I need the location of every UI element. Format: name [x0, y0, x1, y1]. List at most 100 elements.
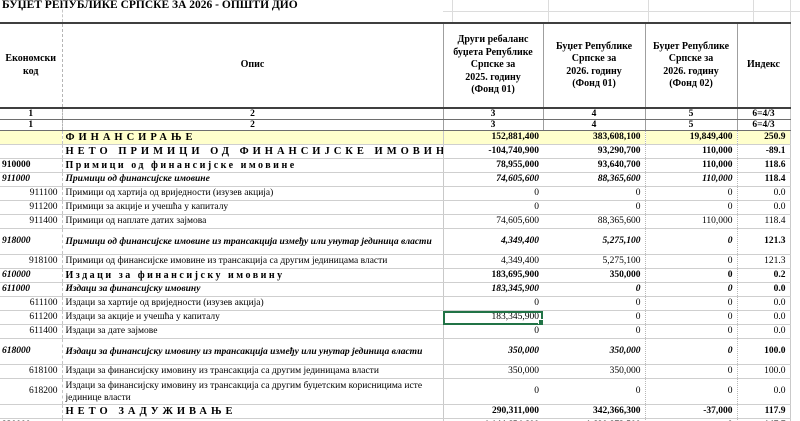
cell-desc[interactable]: НЕТО ЗАДУЖИВАЊЕ [62, 405, 443, 419]
cell-index[interactable]: 0.0 [737, 311, 790, 325]
cell-budget-2026-f01[interactable]: 5,275,100 [543, 229, 645, 255]
cell-code[interactable]: 918100 [0, 255, 62, 269]
cell-desc[interactable]: Примици од финансијске имовине из транса… [62, 229, 443, 255]
column-number[interactable]: 5 [645, 108, 737, 120]
column-header-budget_2026_f01[interactable]: Буџет Републике Српске за 2026. годину (… [543, 23, 645, 108]
cell-index[interactable]: 0.0 [737, 297, 790, 311]
cell-index[interactable]: 100.0 [737, 339, 790, 365]
cell-index[interactable]: 0.0 [737, 325, 790, 339]
cell-budget-2026-f01[interactable]: 0 [543, 283, 645, 297]
cell-rebalance-2025[interactable]: -104,740,900 [443, 145, 543, 159]
cell-rebalance-2025[interactable]: 74,605,600 [443, 215, 543, 229]
cell-budget-2026-f02[interactable]: 0 [645, 255, 737, 269]
cell-rebalance-2025[interactable]: 78,955,000 [443, 159, 543, 173]
cell-code[interactable]: 611400 [0, 325, 62, 339]
cell-desc[interactable]: Издаци за дате зајмове [62, 325, 443, 339]
cell-rebalance-2025[interactable]: 0 [443, 297, 543, 311]
cell-code[interactable]: 918000 [0, 229, 62, 255]
cell-budget-2026-f02[interactable]: 0 [645, 283, 737, 297]
cell-budget-2026-f02[interactable]: 0 [645, 297, 737, 311]
column-header-index[interactable]: Индекс [737, 23, 790, 108]
cell-code[interactable]: 911000 [0, 173, 62, 187]
cell-index[interactable]: -89.1 [737, 145, 790, 159]
cell-index[interactable]: 121.3 [737, 229, 790, 255]
column-number[interactable]: 2 [62, 120, 443, 131]
column-number[interactable]: 1 [0, 108, 62, 120]
cell-index[interactable]: 117.9 [737, 405, 790, 419]
cell-budget-2026-f01[interactable]: 93,640,700 [543, 159, 645, 173]
cell-budget-2026-f01[interactable]: 0 [543, 187, 645, 201]
cell-desc[interactable]: Издаци за хартије од вриједности (изузев… [62, 297, 443, 311]
cell-rebalance-2025[interactable]: 0 [443, 201, 543, 215]
cell-desc[interactable]: Примици од наплате датих зајмова [62, 215, 443, 229]
cell-budget-2026-f01[interactable]: 350,000 [543, 339, 645, 365]
cell-budget-2026-f01[interactable]: 0 [543, 201, 645, 215]
cell-index[interactable]: 0.0 [737, 187, 790, 201]
cell-code[interactable]: 911200 [0, 201, 62, 215]
cell-budget-2026-f02[interactable]: 0 [645, 325, 737, 339]
cell-index[interactable]: 0.2 [737, 269, 790, 283]
column-header-desc[interactable]: Опис [62, 23, 443, 108]
column-number[interactable]: 4 [543, 120, 645, 131]
cell-budget-2026-f02[interactable]: 0 [645, 187, 737, 201]
cell-rebalance-2025[interactable]: 350,000 [443, 339, 543, 365]
column-number[interactable]: 1 [0, 120, 62, 131]
cell-index[interactable]: 0.0 [737, 379, 790, 405]
cell-desc[interactable]: Издаци за акције и учешћа у капиталу [62, 311, 443, 325]
cell-desc[interactable]: Примици од хартија од вриједности (изузе… [62, 187, 443, 201]
cell-index[interactable]: 0.0 [737, 283, 790, 297]
cell-budget-2026-f01[interactable]: 93,290,700 [543, 145, 645, 159]
cell-budget-2026-f02[interactable]: 0 [645, 311, 737, 325]
cell-code[interactable]: 618100 [0, 365, 62, 379]
cell-rebalance-2025[interactable]: 0 [443, 187, 543, 201]
cell-desc[interactable]: Примици од финансијске имовине [62, 173, 443, 187]
cell-budget-2026-f02[interactable]: 0 [645, 229, 737, 255]
cell-budget-2026-f01[interactable]: 0 [543, 379, 645, 405]
cell-rebalance-2025[interactable]: 0 [443, 379, 543, 405]
cell-index[interactable]: 118.4 [737, 173, 790, 187]
cell-desc[interactable]: Примици од финансијске имовине [62, 159, 443, 173]
cell-budget-2026-f01[interactable]: 383,608,100 [543, 131, 645, 145]
cell-rebalance-2025[interactable]: 0 [443, 325, 543, 339]
cell-budget-2026-f02[interactable]: 110,000 [645, 215, 737, 229]
cell-code[interactable]: 911400 [0, 215, 62, 229]
cell-desc[interactable]: Примици за акције и учешћа у капиталу [62, 201, 443, 215]
cell-rebalance-2025[interactable]: 183,695,900 [443, 269, 543, 283]
cell-budget-2026-f02[interactable]: 0 [645, 201, 737, 215]
cell-code[interactable] [0, 131, 62, 145]
cell-code[interactable]: 618000 [0, 339, 62, 365]
cell-code[interactable]: 911100 [0, 187, 62, 201]
cell-budget-2026-f01[interactable]: 88,365,600 [543, 215, 645, 229]
cell-budget-2026-f02[interactable]: 0 [645, 339, 737, 365]
column-header-rebalance_2025[interactable]: Други ребаланс буџета Републике Српске з… [443, 23, 543, 108]
cell-budget-2026-f02[interactable]: 110,000 [645, 145, 737, 159]
cell-budget-2026-f01[interactable]: 350,000 [543, 269, 645, 283]
column-number[interactable]: 6=4/3 [737, 120, 790, 131]
cell-budget-2026-f02[interactable]: 110,000 [645, 173, 737, 187]
cell-index[interactable]: 100.0 [737, 365, 790, 379]
cell-budget-2026-f02[interactable]: 0 [645, 379, 737, 405]
column-number[interactable]: 5 [645, 120, 737, 131]
column-number[interactable]: 2 [62, 108, 443, 120]
cell-budget-2026-f02[interactable]: -37,000 [645, 405, 737, 419]
column-header-code[interactable]: Економски код [0, 23, 62, 108]
sheet-title-cell[interactable]: БУЏЕТ РЕПУБЛИКЕ СРПСКЕ ЗА 2026 - ОПШТИ Д… [2, 0, 298, 11]
cell-index[interactable]: 121.3 [737, 255, 790, 269]
cell-desc[interactable]: ФИНАНСИРАЊЕ [62, 131, 443, 145]
cell-budget-2026-f02[interactable]: 19,849,400 [645, 131, 737, 145]
column-number[interactable]: 4 [543, 108, 645, 120]
cell-budget-2026-f01[interactable]: 350,000 [543, 365, 645, 379]
cell-code[interactable]: 610000 [0, 269, 62, 283]
cell-desc[interactable]: Примици од финансијске имовине из транса… [62, 255, 443, 269]
cell-code[interactable]: 910000 [0, 159, 62, 173]
cell-code[interactable]: 618200 [0, 379, 62, 405]
cell-code[interactable]: 611100 [0, 297, 62, 311]
cell-desc[interactable]: Издаци за финансијску имовину из трансак… [62, 379, 443, 405]
cell-code[interactable] [0, 145, 62, 159]
cell-index[interactable]: 0.0 [737, 201, 790, 215]
cell-budget-2026-f02[interactable]: 0 [645, 365, 737, 379]
cell-rebalance-2025[interactable]: 183,345,900 [443, 283, 543, 297]
cell-rebalance-2025[interactable]: 74,605,600 [443, 173, 543, 187]
column-number[interactable]: 3 [443, 120, 543, 131]
cell-desc[interactable]: НЕТО ПРИМИЦИ ОД ФИНАНСИЈСКЕ ИМОВИНЕ [62, 145, 443, 159]
